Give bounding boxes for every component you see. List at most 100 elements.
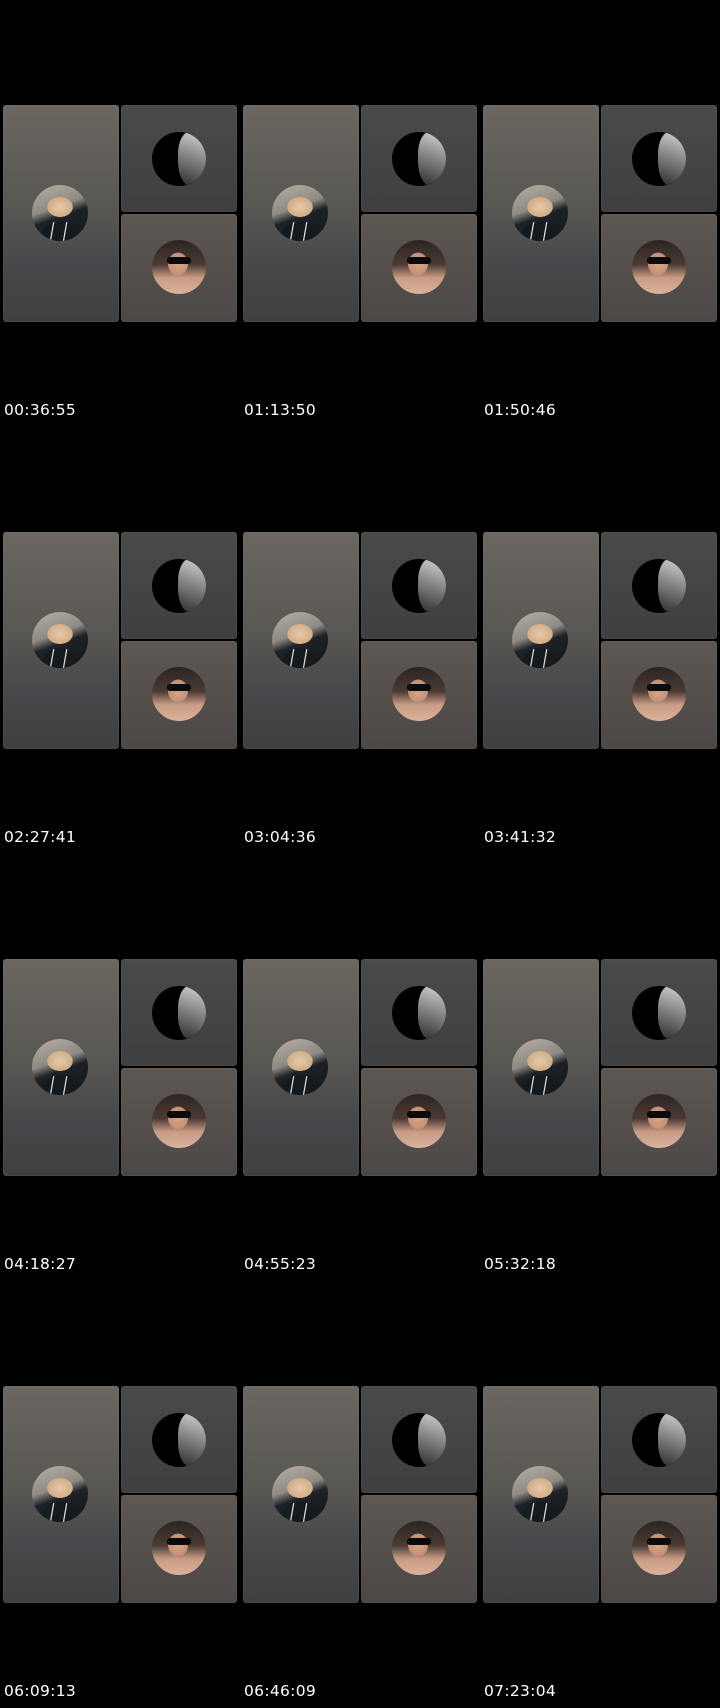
video-frame [243, 532, 480, 749]
timestamp-label: 01:50:46 [484, 401, 557, 419]
thumbnail-8[interactable]: 04:55:23 [240, 854, 477, 1281]
timestamp-label: 06:46:09 [244, 1682, 317, 1700]
participant-tile-top [601, 532, 717, 639]
participant-avatar [32, 1039, 88, 1095]
participant-avatar [512, 185, 568, 241]
thumbnail-12[interactable]: 07:23:04 [480, 1281, 717, 1708]
participant-tile-main [243, 1386, 359, 1603]
timestamp-label: 03:04:36 [244, 828, 317, 846]
participant-tile-top [121, 959, 237, 1066]
timestamp-label: 05:32:18 [484, 1255, 557, 1273]
participant-avatar [272, 612, 328, 668]
timestamp-label: 04:55:23 [244, 1255, 317, 1273]
thumbnail-7[interactable]: 04:18:27 [0, 854, 237, 1281]
participant-tile-bottom [601, 214, 717, 322]
participant-tile-bottom [601, 1495, 717, 1603]
participant-avatar [152, 559, 206, 613]
video-frame [243, 1386, 480, 1603]
participant-avatar [512, 1466, 568, 1522]
participant-tile-main [483, 959, 599, 1176]
participant-avatar [632, 986, 686, 1040]
participant-tile-main [3, 959, 119, 1176]
thumbnail-2[interactable]: 01:13:50 [240, 0, 477, 427]
participant-tile-top [361, 1386, 477, 1493]
thumbnail-10[interactable]: 06:09:13 [0, 1281, 237, 1708]
participant-avatar [632, 559, 686, 613]
participant-avatar [32, 1466, 88, 1522]
participant-avatar [392, 559, 446, 613]
video-frame [3, 959, 240, 1176]
thumbnail-3[interactable]: 01:50:46 [480, 0, 717, 427]
participant-avatar [512, 1039, 568, 1095]
thumbnail-11[interactable]: 06:46:09 [240, 1281, 477, 1708]
video-frame [3, 105, 240, 322]
participant-tile-bottom [361, 1068, 477, 1176]
participant-tile-bottom [601, 641, 717, 749]
participant-tile-main [3, 105, 119, 322]
participant-tile-bottom [121, 641, 237, 749]
participant-tile-bottom [121, 214, 237, 322]
participant-avatar [272, 1039, 328, 1095]
participant-tile-bottom [361, 214, 477, 322]
participant-avatar [152, 1094, 206, 1148]
timestamp-label: 01:13:50 [244, 401, 317, 419]
participant-tile-top [601, 105, 717, 212]
video-frame [3, 1386, 240, 1603]
participant-avatar [512, 612, 568, 668]
participant-avatar [32, 185, 88, 241]
timestamp-label: 00:36:55 [4, 401, 77, 419]
participant-avatar [152, 240, 206, 294]
participant-avatar [152, 1413, 206, 1467]
timestamp-label: 03:41:32 [484, 828, 557, 846]
participant-avatar [632, 132, 686, 186]
video-frame [243, 959, 480, 1176]
participant-avatar [272, 1466, 328, 1522]
timestamp-label: 07:23:04 [484, 1682, 557, 1700]
participant-avatar [152, 132, 206, 186]
participant-tile-top [361, 959, 477, 1066]
participant-tile-top [361, 532, 477, 639]
participant-avatar [152, 1521, 206, 1575]
thumbnail-5[interactable]: 03:04:36 [240, 427, 477, 854]
participant-tile-bottom [361, 641, 477, 749]
participant-tile-main [483, 1386, 599, 1603]
participant-avatar [272, 185, 328, 241]
participant-tile-top [121, 105, 237, 212]
participant-tile-top [601, 1386, 717, 1493]
participant-avatar [392, 1413, 446, 1467]
participant-avatar [632, 1413, 686, 1467]
participant-avatar [632, 240, 686, 294]
participant-tile-top [121, 1386, 237, 1493]
participant-avatar [632, 667, 686, 721]
participant-avatar [152, 986, 206, 1040]
video-frame [483, 105, 720, 322]
participant-tile-main [3, 1386, 119, 1603]
timestamp-label: 04:18:27 [4, 1255, 77, 1273]
thumbnail-9[interactable]: 05:32:18 [480, 854, 717, 1281]
video-frame [483, 532, 720, 749]
participant-tile-bottom [361, 1495, 477, 1603]
participant-avatar [392, 1094, 446, 1148]
thumbnail-1[interactable]: 00:36:55 [0, 0, 237, 427]
participant-avatar [392, 986, 446, 1040]
participant-tile-bottom [121, 1068, 237, 1176]
video-frame [483, 959, 720, 1176]
participant-tile-main [3, 532, 119, 749]
participant-tile-main [483, 105, 599, 322]
participant-tile-main [243, 959, 359, 1176]
timestamp-label: 06:09:13 [4, 1682, 77, 1700]
participant-tile-top [601, 959, 717, 1066]
participant-avatar [392, 1521, 446, 1575]
participant-tile-main [243, 532, 359, 749]
video-frame [483, 1386, 720, 1603]
thumbnail-6[interactable]: 03:41:32 [480, 427, 717, 854]
participant-avatar [392, 667, 446, 721]
thumbnail-4[interactable]: 02:27:41 [0, 427, 237, 854]
participant-tile-bottom [121, 1495, 237, 1603]
timestamp-label: 02:27:41 [4, 828, 77, 846]
participant-avatar [632, 1521, 686, 1575]
participant-avatar [392, 132, 446, 186]
participant-avatar [32, 612, 88, 668]
participant-tile-main [243, 105, 359, 322]
video-frame [243, 105, 480, 322]
